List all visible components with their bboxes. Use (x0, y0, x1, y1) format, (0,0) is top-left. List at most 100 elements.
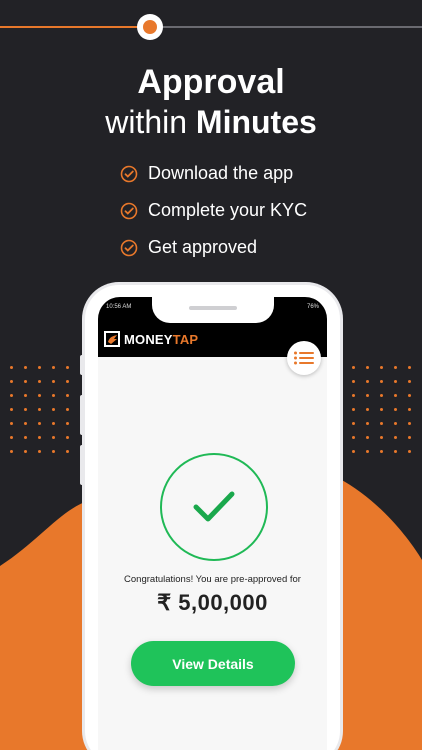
feature-label: Download the app (148, 163, 294, 183)
decorative-dot (66, 408, 69, 411)
headline-line2: within Minutes (105, 103, 317, 140)
decorative-dot (352, 408, 355, 411)
decorative-dot (52, 366, 55, 369)
decorative-dot (394, 422, 397, 425)
decorative-dot (408, 408, 411, 411)
success-circle (160, 453, 268, 561)
decorative-dot (52, 408, 55, 411)
decorative-dot (10, 450, 13, 453)
decorative-dot (352, 422, 355, 425)
feature-item: Complete your KYC (120, 192, 307, 229)
phone-notch (152, 297, 274, 323)
phone-side-button (80, 445, 84, 485)
decorative-dot (394, 436, 397, 439)
decorative-dot (24, 422, 27, 425)
decorative-dot (38, 436, 41, 439)
decorative-dot (66, 366, 69, 369)
decorative-dot-grid-left (10, 366, 80, 464)
decorative-dot (394, 450, 397, 453)
decorative-dot (352, 436, 355, 439)
progress-line-remaining (162, 26, 422, 28)
decorative-dot (352, 394, 355, 397)
decorative-dot (394, 366, 397, 369)
decorative-dot (10, 408, 13, 411)
decorative-dot (408, 394, 411, 397)
phone-speaker (189, 306, 237, 310)
decorative-dot (366, 380, 369, 383)
congrats-text: Congratulations! You are pre-approved fo… (124, 574, 301, 585)
decorative-dot (38, 422, 41, 425)
decorative-dot (38, 450, 41, 453)
onboarding-progress (0, 14, 422, 40)
decorative-dot (380, 436, 383, 439)
decorative-dot (66, 450, 69, 453)
progress-line-filled (0, 26, 140, 28)
headline-line1: Approval (137, 63, 285, 101)
decorative-dot (408, 366, 411, 369)
decorative-dot (394, 408, 397, 411)
decorative-dot (380, 380, 383, 383)
decorative-dot (24, 366, 27, 369)
decorative-dot (66, 422, 69, 425)
menu-button[interactable] (287, 341, 321, 375)
decorative-dot (10, 436, 13, 439)
decorative-dot-grid-right (352, 366, 422, 464)
decorative-dot (38, 366, 41, 369)
decorative-dot (52, 394, 55, 397)
headline: Approval within Minutes (0, 62, 422, 141)
progress-knob (137, 14, 163, 40)
decorative-dot (380, 408, 383, 411)
phone-mockup: 10:56 AM 76% MONEYTAP Congratulations! Y… (85, 285, 340, 750)
check-circle-icon (120, 165, 138, 182)
decorative-dot (366, 408, 369, 411)
brand-name: MONEYTAP (124, 331, 199, 347)
decorative-dot (66, 394, 69, 397)
decorative-dot (380, 450, 383, 453)
decorative-dot (408, 380, 411, 383)
decorative-dot (38, 394, 41, 397)
decorative-dot (366, 436, 369, 439)
decorative-dot (394, 394, 397, 397)
decorative-dot (366, 394, 369, 397)
decorative-dot (24, 436, 27, 439)
checkmark-icon (193, 491, 235, 522)
decorative-dot (380, 394, 383, 397)
feature-label: Complete your KYC (148, 200, 308, 220)
decorative-dot (408, 422, 411, 425)
decorative-dot (24, 394, 27, 397)
feature-label: Get approved (148, 237, 258, 257)
decorative-dot (408, 436, 411, 439)
phone-side-button (80, 355, 84, 375)
decorative-dot (52, 422, 55, 425)
decorative-dot (10, 394, 13, 397)
phone-screen: 10:56 AM 76% MONEYTAP Congratulations! Y… (98, 297, 327, 750)
decorative-dot (394, 380, 397, 383)
feature-list: Download the app Complete your KYC Get a… (120, 155, 307, 266)
decorative-dot (38, 380, 41, 383)
logo-icon (104, 331, 120, 347)
decorative-dot (52, 436, 55, 439)
decorative-dot (10, 380, 13, 383)
check-circle-icon (120, 239, 138, 256)
decorative-dot (408, 450, 411, 453)
decorative-dot (24, 408, 27, 411)
decorative-dot (66, 380, 69, 383)
decorative-dot (24, 380, 27, 383)
decorative-dot (380, 422, 383, 425)
feature-item: Get approved (120, 229, 307, 266)
decorative-dot (66, 436, 69, 439)
decorative-dot (380, 366, 383, 369)
decorative-dot (366, 450, 369, 453)
brand-logo: MONEYTAP (104, 331, 198, 347)
check-circle-icon (120, 202, 138, 219)
decorative-dot (24, 450, 27, 453)
decorative-dot (352, 380, 355, 383)
decorative-dot (38, 408, 41, 411)
view-details-button[interactable]: View Details (131, 641, 295, 686)
approved-amount: ₹ 5,00,000 (157, 590, 268, 615)
list-icon (294, 351, 314, 365)
status-time: 10:56 AM (106, 304, 132, 310)
decorative-dot (10, 366, 13, 369)
decorative-dot (10, 422, 13, 425)
feature-item: Download the app (120, 155, 307, 192)
